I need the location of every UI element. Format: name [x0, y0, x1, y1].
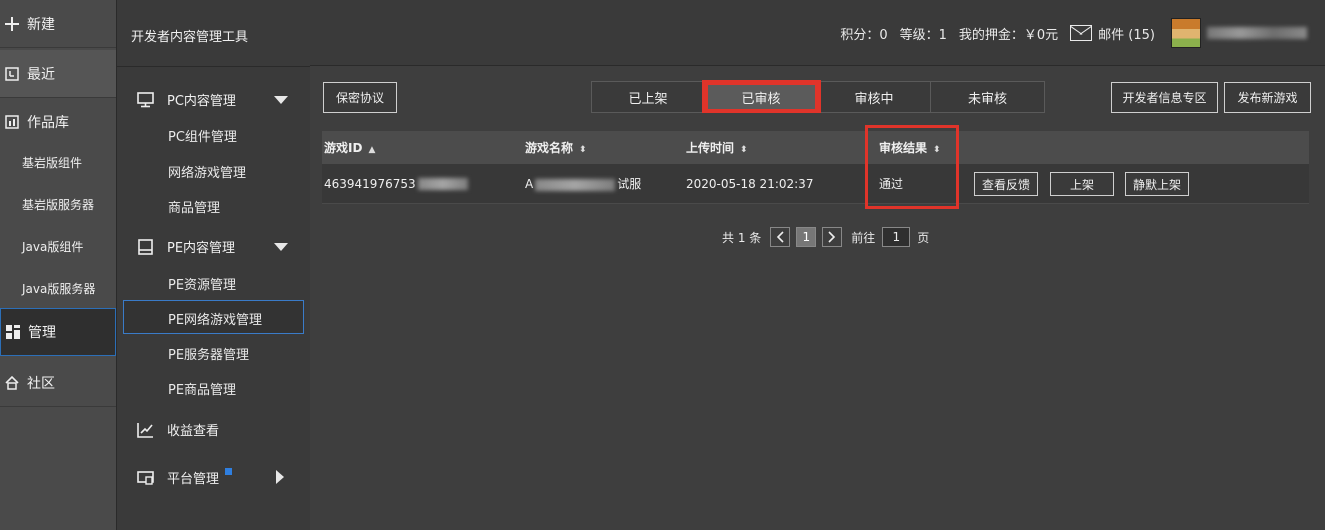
goto-label: 前往 — [851, 230, 876, 245]
sidebar-item-network-games[interactable]: 网络游戏管理 — [168, 162, 246, 181]
points-text: 积分：0 — [840, 27, 888, 43]
pe-content-group-label: PE内容管理 — [167, 241, 236, 256]
sidebar-item-pe-servers[interactable]: PE服务器管理 — [168, 344, 249, 363]
tab-in-review[interactable]: 审核中 — [818, 82, 931, 112]
tab-listed[interactable]: 已上架 — [592, 82, 705, 112]
sidebar-item-pe-resources[interactable]: PE资源管理 — [168, 274, 236, 293]
games-table: 游戏ID ▲ 游戏名称 ⬍ 上传时间 ⬍ 审核结果 ⬍ 463941976753 A 试服… — [322, 131, 1309, 204]
tab-not-reviewed[interactable]: 未审核 — [931, 82, 1044, 112]
sort-icon: ⬍ — [579, 145, 587, 155]
view-feedback-button[interactable]: 查看反馈 — [974, 172, 1038, 196]
mail-icon[interactable] — [1070, 25, 1093, 41]
table-row: 463941976753 A 试服 2020-05-18 21:02:37 通过 … — [322, 164, 1309, 204]
top-header: 积分：0 等级：1 我的押金：￥0元 邮件 (15) — [310, 0, 1325, 66]
nav-sub-java-server[interactable]: Java版服务器 — [22, 280, 95, 297]
sort-asc-icon: ▲ — [368, 145, 376, 155]
plus-icon — [4, 16, 20, 32]
sort-icon: ⬍ — [740, 145, 748, 155]
total-count: 共 1 条 — [722, 230, 762, 245]
sidebar-item-pe-products[interactable]: PE商品管理 — [168, 379, 236, 398]
nav-sub-bedrock-component[interactable]: 基岩版组件 — [22, 154, 82, 171]
sidebar-item-revenue-label: 收益查看 — [167, 424, 220, 439]
deposit-text: 我的押金：￥0元 — [958, 27, 1059, 43]
sidebar-item-platform[interactable]: 平台管理 — [137, 468, 233, 487]
col-header-id[interactable]: 游戏ID ▲ — [324, 139, 375, 156]
tablet-icon — [137, 238, 155, 255]
highlight-box — [865, 125, 959, 209]
cell-game-name: A 试服 — [525, 177, 642, 191]
pc-content-group-label: PC内容管理 — [167, 94, 236, 109]
sidebar-item-platform-label: 平台管理 — [167, 472, 220, 487]
nav-library[interactable]: 作品库 — [0, 98, 116, 146]
chevron-left-icon[interactable] — [770, 227, 791, 247]
recent-icon — [4, 66, 20, 82]
new-indicator-icon — [225, 468, 233, 475]
secondary-nav: 开发者内容管理工具 PC内容管理 PC组件管理 网络游戏管理 商品管理 PE内容… — [117, 0, 310, 530]
platform-icon — [137, 470, 155, 486]
chevron-right-icon[interactable] — [276, 470, 284, 484]
publish-game-button[interactable]: 发布新游戏 — [1224, 82, 1311, 113]
nav-sub-bedrock-server[interactable]: 基岩版服务器 — [22, 196, 94, 213]
sidebar-item-pe-network-games[interactable]: PE网络游戏管理 — [168, 309, 262, 328]
pe-content-group[interactable]: PE内容管理 — [137, 237, 235, 256]
col-header-name[interactable]: 游戏名称 ⬍ — [525, 139, 587, 156]
manage-icon — [5, 324, 21, 340]
nav-sub-java-component[interactable]: Java版组件 — [22, 238, 83, 255]
nav-new[interactable]: 新建 — [0, 0, 116, 48]
chevron-right-icon[interactable] — [822, 227, 843, 247]
chevron-down-icon[interactable] — [274, 243, 288, 251]
nav-community-label: 社区 — [27, 375, 55, 392]
tab-highlight-box — [702, 80, 821, 113]
app-title: 开发者内容管理工具 — [131, 30, 249, 45]
avatar[interactable] — [1171, 18, 1201, 48]
home-icon — [4, 375, 20, 391]
monitor-icon — [137, 91, 155, 108]
nav-recent-label: 最近 — [27, 66, 55, 83]
cell-upload-time: 2020-05-18 21:02:37 — [686, 176, 814, 191]
primary-nav: 新建 最近 作品库 基岩版组件 基岩版服务器 Java版组件 Java版服务器 … — [0, 0, 117, 530]
table-header: 游戏ID ▲ 游戏名称 ⬍ 上传时间 ⬍ 审核结果 ⬍ — [322, 131, 1309, 164]
silent-publish-button[interactable]: 静默上架 — [1125, 172, 1189, 196]
col-header-time[interactable]: 上传时间 ⬍ — [686, 139, 748, 156]
sidebar-item-revenue[interactable]: 收益查看 — [137, 420, 219, 439]
chart-up-icon — [137, 422, 155, 438]
level-text: 等级：1 — [899, 27, 947, 43]
nav-new-label: 新建 — [27, 16, 55, 33]
nav-manage-label: 管理 — [28, 325, 56, 341]
nda-button[interactable]: 保密协议 — [323, 82, 397, 113]
pagination: 共 1 条 1 前往 1 页 — [722, 227, 929, 247]
divider — [117, 66, 310, 67]
mail-link[interactable]: 邮件 (15) — [1098, 24, 1155, 43]
page-unit-label: 页 — [917, 230, 930, 245]
goto-page-input[interactable]: 1 — [882, 227, 911, 247]
sidebar-item-pc-components[interactable]: PC组件管理 — [168, 126, 237, 145]
page-current[interactable]: 1 — [796, 227, 817, 247]
nav-manage[interactable]: 管理 — [0, 308, 116, 356]
library-icon — [4, 114, 20, 130]
nav-recent[interactable]: 最近 — [0, 50, 116, 98]
main-content: 保密协议 已上架 已审核 审核中 未审核 开发者信息专区 发布新游戏 游戏ID ▲… — [310, 67, 1325, 530]
developer-info-button[interactable]: 开发者信息专区 — [1111, 82, 1218, 113]
chevron-down-icon[interactable] — [274, 96, 288, 104]
pc-content-group[interactable]: PC内容管理 — [137, 90, 236, 109]
username-redacted — [1207, 27, 1307, 39]
user-info-bar: 积分：0 等级：1 我的押金：￥0元 邮件 (15) — [840, 0, 1325, 66]
nav-library-label: 作品库 — [27, 115, 69, 131]
cell-game-id: 463941976753 — [324, 177, 468, 191]
sidebar-item-products[interactable]: 商品管理 — [168, 197, 220, 216]
nav-community[interactable]: 社区 — [0, 359, 116, 407]
publish-button[interactable]: 上架 — [1050, 172, 1114, 196]
